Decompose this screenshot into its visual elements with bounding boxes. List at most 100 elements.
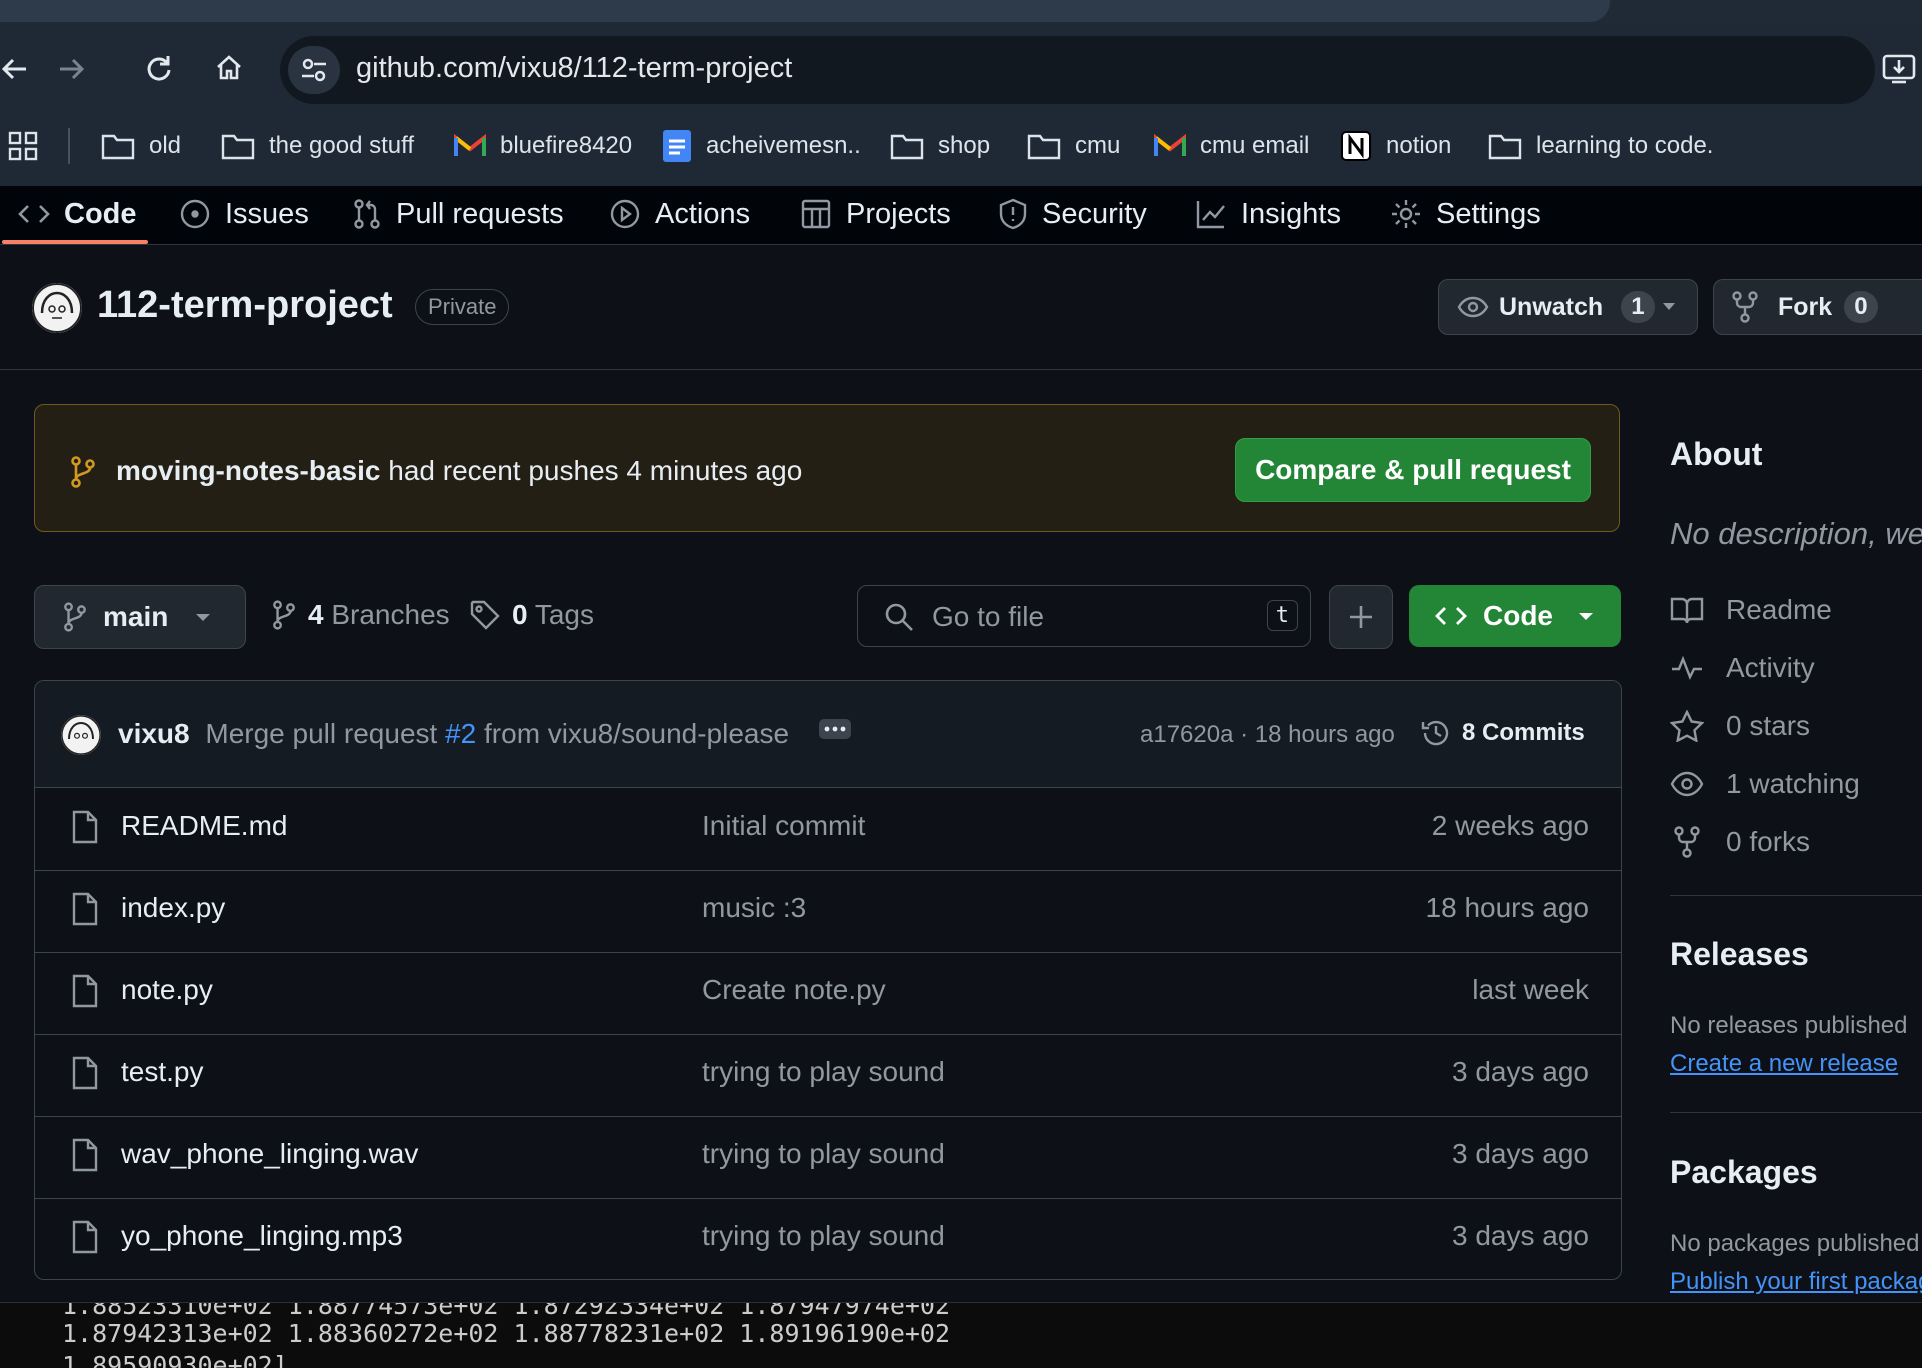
file-commit-date: last week — [1472, 974, 1589, 1005]
active-tab[interactable] — [0, 0, 1610, 22]
packages-heading[interactable]: Packages — [1670, 1154, 1818, 1191]
readme-link[interactable]: Readme — [1670, 590, 1832, 630]
file-name[interactable]: yo_phone_linging.mp3 — [121, 1220, 403, 1252]
bookmark-the-good-stuff[interactable]: the good stuff — [221, 126, 414, 166]
table-row: wav_phone_linging.wav trying to play sou… — [35, 1116, 1621, 1199]
file-commit-message[interactable]: trying to play sound — [702, 1220, 945, 1252]
forks-link[interactable]: 0 forks — [1670, 822, 1810, 862]
file-commit-message[interactable]: music :3 — [702, 892, 806, 924]
file-icon — [71, 810, 99, 844]
tab-insights[interactable]: Insights — [1195, 186, 1341, 242]
notion-icon — [1340, 130, 1372, 162]
tab-code[interactable]: Code — [18, 186, 137, 242]
code-dropdown-button[interactable]: Code — [1409, 585, 1621, 647]
tags-link[interactable]: 0 Tags — [470, 599, 594, 631]
bookmark-learning-to-code[interactable]: learning to code. — [1488, 126, 1713, 166]
bookmark-old[interactable]: old — [101, 126, 181, 166]
releases-empty-text: No releases published — [1670, 1012, 1908, 1039]
expand-commit-message-button[interactable] — [819, 719, 851, 739]
commit-message-prefix[interactable]: Merge pull request — [205, 718, 437, 749]
tab-pull-requests[interactable]: Pull requests — [352, 186, 564, 242]
file-name[interactable]: note.py — [121, 974, 213, 1006]
avatar[interactable] — [61, 715, 101, 755]
go-to-file-input[interactable]: Go to file t — [857, 585, 1311, 647]
commit-hash-and-time[interactable]: a17620a · 18 hours ago — [1140, 721, 1395, 749]
file-name[interactable]: test.py — [121, 1056, 203, 1088]
back-icon[interactable] — [0, 54, 30, 84]
folder-icon — [101, 132, 135, 160]
file-commit-date: 2 weeks ago — [1431, 810, 1589, 841]
tab-projects[interactable]: Projects — [800, 186, 951, 242]
terminal-line: 1.87942313e+02 1.88360272e+02 1.88778231… — [62, 1319, 951, 1348]
gmail-icon — [1154, 134, 1186, 158]
commits-history-link[interactable]: 8 Commits — [1420, 717, 1585, 749]
tab-label: Pull requests — [396, 197, 564, 230]
plus-icon — [1348, 604, 1374, 630]
repo-name[interactable]: 112-term-project — [97, 284, 393, 327]
bookmark-cmu[interactable]: cmu — [1027, 126, 1120, 166]
avatar[interactable] — [32, 283, 82, 333]
bookmark-bluefire8420[interactable]: bluefire8420 — [454, 126, 632, 166]
file-commit-message[interactable]: Create note.py — [702, 974, 886, 1006]
file-commit-message[interactable]: Initial commit — [702, 810, 865, 842]
eye-icon — [1670, 771, 1704, 797]
releases-heading[interactable]: Releases — [1670, 936, 1809, 973]
commit-author[interactable]: vixu8 — [118, 718, 190, 749]
tab-issues[interactable]: Issues — [179, 186, 309, 242]
pull-request-link[interactable]: #2 — [445, 718, 476, 749]
file-name[interactable]: README.md — [121, 810, 287, 842]
chevron-down-icon[interactable] — [1661, 298, 1677, 314]
tab-actions[interactable]: Actions — [609, 186, 750, 242]
push-time-text: had recent pushes 4 minutes ago — [388, 455, 803, 486]
apps-grid-icon[interactable] — [8, 131, 38, 161]
compare-pull-request-button[interactable]: Compare & pull request — [1235, 438, 1591, 502]
watching-label: 1 watching — [1726, 768, 1860, 799]
file-name[interactable]: wav_phone_linging.wav — [121, 1138, 418, 1170]
branches-link[interactable]: 4 Branches — [272, 599, 450, 631]
file-icon — [71, 1220, 99, 1254]
branch-select-button[interactable]: main — [34, 585, 246, 649]
bookmark-shop[interactable]: shop — [890, 126, 990, 166]
file-name[interactable]: index.py — [121, 892, 225, 924]
book-icon — [1670, 595, 1704, 625]
bookmark-acheivemesn[interactable]: acheivemesn.. — [662, 126, 861, 166]
reload-icon[interactable] — [143, 53, 173, 83]
file-commit-date: 3 days ago — [1452, 1056, 1589, 1087]
tab-security[interactable]: Security — [998, 186, 1147, 242]
watching-link[interactable]: 1 watching — [1670, 764, 1860, 804]
packages-empty-text: No packages published — [1670, 1230, 1920, 1257]
tab-label: Settings — [1436, 197, 1541, 230]
commit-message: vixu8 Merge pull request #2 from vixu8/s… — [118, 718, 789, 750]
commit-message-suffix[interactable]: from vixu8/sound-please — [484, 718, 789, 749]
url-text[interactable]: github.com/vixu8/112-term-project — [356, 52, 792, 85]
file-commit-message[interactable]: trying to play sound — [702, 1056, 945, 1088]
folder-icon — [221, 132, 255, 160]
fork-button[interactable]: Fork 0 — [1713, 279, 1922, 335]
tab-label: Code — [64, 197, 137, 230]
search-icon — [884, 602, 914, 632]
install-app-icon[interactable] — [1882, 52, 1918, 86]
tab-settings[interactable]: Settings — [1390, 186, 1541, 242]
forward-icon[interactable] — [56, 54, 86, 84]
home-icon[interactable] — [214, 53, 244, 83]
publish-package-link[interactable]: Publish your first packag — [1670, 1268, 1922, 1296]
gear-icon — [1390, 198, 1422, 230]
code-icon — [1435, 604, 1467, 628]
activity-link[interactable]: Activity — [1670, 648, 1815, 688]
add-file-button[interactable] — [1329, 585, 1393, 649]
bookmark-notion[interactable]: notion — [1340, 126, 1451, 166]
gmail-icon — [454, 134, 486, 158]
stars-link[interactable]: 0 stars — [1670, 706, 1810, 746]
fork-icon — [1732, 291, 1758, 323]
pushed-branch-name[interactable]: moving-notes-basic — [116, 455, 380, 486]
bookmark-label: learning to code. — [1536, 132, 1714, 159]
bookmark-cmu-email[interactable]: cmu email — [1154, 126, 1309, 166]
file-icon — [71, 974, 99, 1008]
readme-label: Readme — [1726, 594, 1832, 625]
file-commit-message[interactable]: trying to play sound — [702, 1138, 945, 1170]
bookmark-label: cmu email — [1200, 132, 1310, 159]
terminal-output: 1.88523310e+02 1.88774573e+02 1.87292334… — [0, 1302, 1922, 1368]
unwatch-button[interactable]: Unwatch 1 — [1438, 279, 1698, 335]
site-settings-icon[interactable] — [288, 46, 340, 94]
create-release-link[interactable]: Create a new release — [1670, 1050, 1898, 1078]
